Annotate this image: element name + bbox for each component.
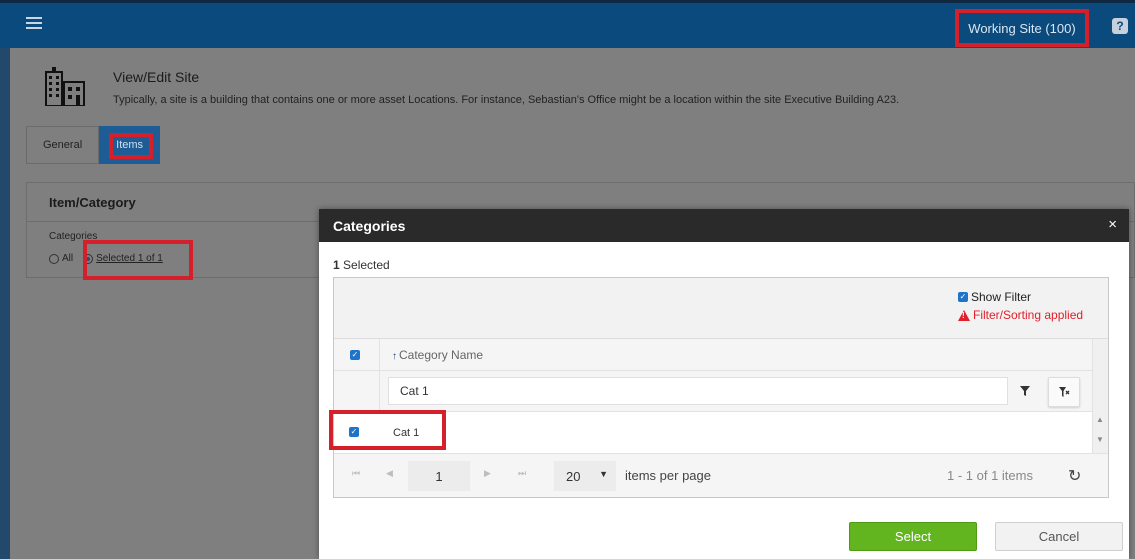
prev-page-icon[interactable]: ◀ [386, 468, 393, 479]
page-size-value: 20 [566, 468, 581, 484]
show-filter-label: Show Filter [971, 290, 1032, 304]
page-header: View/Edit Site Typically, a site is a bu… [10, 48, 1135, 183]
categories-modal: Categories × 1 Selected ✓ Show Filter Fi… [319, 209, 1129, 559]
table-row[interactable]: ✓ Cat 1 [329, 410, 1092, 453]
last-page-icon[interactable]: ⏭ [518, 468, 526, 479]
grid-toolbar: ✓ Show Filter Filter/Sorting applied [334, 278, 1108, 339]
left-sidebar-strip [0, 48, 10, 559]
radio-all[interactable] [49, 253, 59, 264]
next-page-icon[interactable]: ▶ [484, 468, 491, 479]
current-page-button[interactable]: 1 [408, 461, 470, 491]
page-description: Typically, a site is a building that con… [113, 94, 900, 106]
refresh-icon[interactable]: ↻ [1068, 466, 1081, 486]
highlight-box [83, 240, 193, 280]
items-per-page-label: items per page [625, 468, 711, 483]
page-title: View/Edit Site [113, 69, 200, 85]
scroll-up-icon[interactable]: ▲ [1096, 415, 1104, 424]
building-icon [45, 67, 85, 106]
tab-general[interactable]: General [26, 126, 100, 164]
column-header-category-name[interactable]: ↑ Category Name [392, 348, 483, 362]
filter-applied-warning: Filter/Sorting applied [958, 308, 1083, 322]
close-icon[interactable]: × [1108, 216, 1117, 233]
grid-filter-row: Cat 1 [334, 371, 1092, 412]
working-site-button[interactable]: Working Site (100) [955, 9, 1089, 47]
category-name-filter-input[interactable]: Cat 1 [388, 377, 1008, 405]
top-bar: Working Site (100) ? [0, 0, 1135, 48]
tab-bar: General Items [26, 126, 161, 164]
modal-title: Categories [333, 218, 406, 234]
categories-grid: ✓ Show Filter Filter/Sorting applied ✓ ↑… [329, 277, 1109, 498]
header-checkbox-cell: ✓ [334, 339, 380, 370]
clear-filter-icon[interactable] [1048, 377, 1080, 407]
warning-icon [958, 309, 970, 321]
select-all-checkbox[interactable]: ✓ [350, 349, 360, 360]
menu-icon[interactable] [26, 17, 42, 31]
highlight-box [329, 410, 446, 450]
grid-pager: ⏮ ◀ 1 ▶ ⏭ 20 ▼ items per page 1 - 1 of 1… [334, 453, 1108, 497]
grid-scrollbar[interactable]: ▲ ▼ [1092, 339, 1108, 453]
dropdown-icon: ▼ [599, 469, 608, 479]
filter-applied-label: Filter/Sorting applied [973, 308, 1084, 322]
checkbox-checked-icon[interactable]: ✓ [958, 292, 968, 302]
radio-all-label: All [62, 253, 74, 264]
select-button[interactable]: Select [849, 522, 977, 551]
modal-header: Categories × [319, 209, 1129, 242]
panel-title: Item/Category [49, 195, 136, 210]
tab-items[interactable]: Items [99, 126, 161, 164]
selected-count-label: Selected [339, 258, 390, 272]
filter-icon[interactable] [1010, 377, 1040, 405]
column-header-label: Category Name [399, 348, 484, 362]
selected-count: 1 Selected [333, 258, 390, 272]
first-page-icon[interactable]: ⏮ [352, 468, 360, 479]
grid-header-row: ✓ ↑ Category Name [334, 339, 1092, 371]
scroll-down-icon[interactable]: ▼ [1096, 435, 1104, 444]
selected-count-number: 1 [333, 258, 340, 272]
help-icon[interactable]: ? [1112, 18, 1128, 34]
page-size-select[interactable]: 20 ▼ [554, 461, 616, 491]
sort-ascending-icon: ↑ [392, 351, 397, 362]
cancel-button[interactable]: Cancel [995, 522, 1123, 551]
show-filter-toggle[interactable]: ✓ Show Filter [958, 290, 1031, 304]
highlight-box [109, 133, 154, 159]
pager-range-text: 1 - 1 of 1 items [947, 468, 1033, 483]
filter-row-empty-cell [334, 371, 380, 411]
